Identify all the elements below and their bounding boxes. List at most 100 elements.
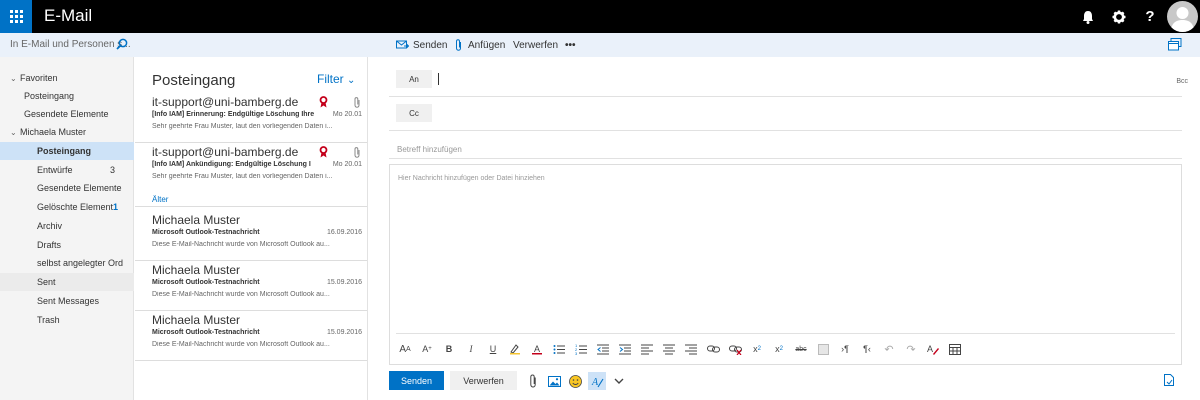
sidebar-item-sent-messages[interactable]: Sent Messages	[0, 292, 134, 310]
sidebar-item-deleted[interactable]: Gelöschte Element 1	[0, 198, 134, 216]
message-subject: Microsoft Outlook-Testnachricht	[152, 229, 260, 236]
sidebar-item-label: Gelöschte Element	[37, 202, 114, 212]
sidebar-item-drafts[interactable]: Drafts	[0, 236, 134, 254]
sidebar-item-drafts-de[interactable]: Entwürfe 3	[0, 161, 134, 179]
subject-input[interactable]: Betreff hinzufügen	[397, 145, 462, 154]
list-divider	[135, 142, 367, 143]
divider	[389, 96, 1182, 97]
sidebar-item-trash[interactable]: Trash	[0, 311, 134, 329]
message-body-editor[interactable]: Hier Nachricht hinzufügen oder Datei hin…	[389, 164, 1182, 365]
message-sender: it-support@uni-bamberg.de	[152, 95, 299, 109]
clear-formatting-icon[interactable]: A	[924, 340, 942, 358]
paperclip-icon	[456, 39, 461, 51]
search-icon[interactable]	[116, 38, 128, 50]
sidebar-item-sent[interactable]: Sent	[0, 273, 134, 291]
discard-action[interactable]: Verwerfen	[513, 33, 558, 57]
superscript-icon[interactable]: x2	[748, 340, 766, 358]
paperclip-icon	[530, 374, 536, 388]
font-color-icon[interactable]: A	[528, 340, 546, 358]
popout-icon[interactable]	[1168, 38, 1182, 51]
insert-picture-button[interactable]	[545, 372, 563, 390]
send-button[interactable]: Senden	[389, 371, 444, 390]
message-preview: Sehr geehrte Frau Muster, laut den vorli…	[152, 173, 333, 180]
help-button[interactable]: ?	[1135, 0, 1165, 33]
list-item[interactable]: it-support@uni-bamberg.de [Info IAM] Eri…	[135, 95, 367, 141]
app-title: E-Mail	[44, 6, 93, 25]
favorites-header[interactable]: ⌄ Favoriten	[0, 69, 134, 87]
remove-link-icon[interactable]	[726, 340, 744, 358]
sidebar-item-inbox[interactable]: Posteingang	[0, 142, 134, 160]
bcc-link[interactable]: Bcc	[1176, 78, 1188, 85]
ltr-icon[interactable]: ›¶	[836, 340, 854, 358]
message-date: 15.09.2016	[326, 279, 362, 286]
bullets-icon[interactable]	[550, 340, 568, 358]
attach-action[interactable]: Anfügen	[455, 33, 505, 57]
sidebar-item-label: Archiv	[37, 221, 63, 231]
save-draft-icon[interactable]	[1164, 374, 1174, 386]
avatar[interactable]	[1167, 1, 1198, 32]
align-right-icon[interactable]	[682, 340, 700, 358]
compose-pane: An Bcc Cc Betreff hinzufügen Hier Nachri…	[369, 57, 1200, 400]
rtl-icon[interactable]: ¶‹	[858, 340, 876, 358]
sidebar-item-label: Drafts	[37, 240, 62, 250]
favorites-label: Favoriten	[20, 73, 58, 83]
sidebar-item-favorite-sent[interactable]: Gesendete Elemente	[0, 105, 134, 123]
list-item[interactable]: Michaela Muster Microsoft Outlook-Testna…	[135, 213, 367, 259]
folder-pane: ⌄ Favoriten Posteingang Gesendete Element…	[0, 57, 134, 400]
decrease-indent-icon[interactable]	[594, 340, 612, 358]
message-date: Mo 20.01	[332, 161, 362, 168]
attach-action-label: Anfügen	[468, 39, 506, 51]
bold-icon[interactable]: B	[440, 340, 458, 358]
to-input[interactable]	[438, 73, 439, 85]
account-header[interactable]: ⌄ Michaela Muster	[0, 123, 134, 141]
subscript-icon[interactable]: x2	[770, 340, 788, 358]
list-item[interactable]: Michaela Muster Microsoft Outlook-Testna…	[135, 313, 367, 359]
search-input[interactable]: In E-Mail und Personen s...	[0, 33, 134, 57]
divider	[396, 333, 1175, 334]
align-center-icon[interactable]	[660, 340, 678, 358]
settings-button[interactable]	[1104, 0, 1134, 33]
list-item[interactable]: it-support@uni-bamberg.de [Info IAM] Ank…	[135, 145, 367, 191]
sidebar-item-label: Sent	[37, 277, 56, 287]
more-actions-button[interactable]: •••	[565, 33, 576, 57]
older-group-header[interactable]: Älter	[152, 195, 168, 204]
attachment-icon	[354, 147, 360, 158]
highlight-icon[interactable]	[506, 340, 524, 358]
italic-icon[interactable]: I	[462, 340, 480, 358]
to-button[interactable]: An	[396, 70, 432, 88]
align-left-icon[interactable]	[638, 340, 656, 358]
message-sender: Michaela Muster	[152, 263, 241, 277]
signature-button[interactable]: A	[588, 372, 606, 390]
strikethrough-icon[interactable]: abc	[792, 340, 810, 358]
sidebar-item-archive[interactable]: Archiv	[0, 217, 134, 235]
grow-font-icon[interactable]: A +	[418, 340, 436, 358]
filter-button[interactable]: Filter ⌄	[317, 72, 355, 86]
notifications-button[interactable]	[1073, 0, 1103, 33]
message-preview: Diese E-Mail-Nachricht wurde von Microso…	[152, 241, 330, 248]
attach-button[interactable]	[524, 372, 542, 390]
insert-table-small-icon[interactable]	[814, 340, 832, 358]
sidebar-item-sent-items[interactable]: Gesendete Elemente	[0, 179, 134, 197]
discard-button[interactable]: Verwerfen	[450, 371, 517, 390]
svg-text:A: A	[534, 344, 540, 354]
account-label: Michaela Muster	[20, 127, 87, 137]
font-size-icon[interactable]: AA	[396, 340, 414, 358]
underline-icon[interactable]: U	[484, 340, 502, 358]
sidebar-item-custom-folder[interactable]: selbst angelegter Ord	[0, 254, 134, 272]
insert-link-icon[interactable]	[704, 340, 722, 358]
emoji-button[interactable]	[566, 372, 584, 390]
send-action[interactable]: Senden	[396, 33, 447, 57]
insert-table-icon[interactable]	[946, 340, 964, 358]
numbering-icon[interactable]: 123	[572, 340, 590, 358]
increase-indent-icon[interactable]	[616, 340, 634, 358]
undo-icon[interactable]: ↶	[880, 340, 898, 358]
list-item[interactable]: Michaela Muster Microsoft Outlook-Testna…	[135, 263, 367, 309]
app-launcher-button[interactable]	[0, 0, 32, 33]
svg-text:A: A	[927, 344, 933, 354]
sidebar-item-favorite-inbox[interactable]: Posteingang	[0, 87, 134, 105]
unread-count: 3	[109, 165, 115, 175]
discard-action-label: Verwerfen	[513, 39, 559, 51]
cc-button[interactable]: Cc	[396, 104, 432, 122]
redo-icon[interactable]: ↷	[902, 340, 920, 358]
more-options-button[interactable]	[610, 372, 628, 390]
